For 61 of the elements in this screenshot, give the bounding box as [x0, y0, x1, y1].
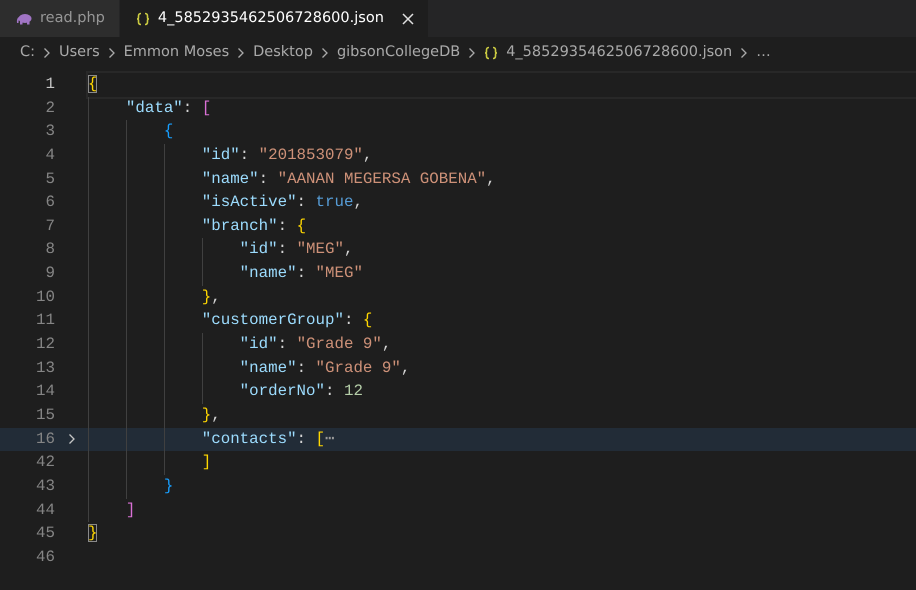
- braces-icon: [136, 12, 150, 26]
- code-line: "name": "AANAN MEGERSA GOBENA",: [202, 170, 496, 188]
- line-number: 13: [35, 358, 55, 379]
- line-number: 11: [35, 310, 55, 332]
- close-icon[interactable]: [402, 12, 414, 24]
- code-line: "id": "Grade 9",: [240, 335, 392, 354]
- code-line: "customerGroup": {: [202, 311, 372, 330]
- line-number: 14: [35, 381, 55, 402]
- chevron-right-icon: [740, 47, 748, 59]
- code-line: }: [164, 476, 174, 495]
- line-number: 3: [44, 121, 55, 142]
- braces-icon: [484, 46, 498, 60]
- line-number: 10: [35, 286, 55, 308]
- code-line: "data": [: [126, 98, 212, 117]
- breadcrumb-item[interactable]: C:: [20, 42, 36, 64]
- code-line: "branch": {: [202, 216, 306, 235]
- line-number: 44: [35, 500, 55, 521]
- line-number: 1: [44, 74, 55, 95]
- code-line: "contacts": [⋯: [202, 430, 335, 448]
- code-line: },: [202, 288, 221, 306]
- code-line: }: [88, 524, 98, 542]
- code-line: "orderNo": 12: [240, 382, 363, 400]
- line-number: 45: [35, 523, 55, 544]
- line-number: 5: [44, 168, 55, 190]
- code-line: "id": "201853079",: [202, 146, 372, 164]
- code-line: "isActive": true,: [202, 193, 363, 212]
- code-line: },: [202, 406, 221, 424]
- chevron-right-icon: [468, 47, 476, 59]
- line-number: 7: [44, 216, 55, 237]
- breadcrumb-item[interactable]: Emmon Moses: [124, 42, 230, 64]
- code-line: {: [164, 122, 174, 140]
- code-line: {: [88, 75, 98, 93]
- breadcrumb-item[interactable]: gibsonCollegeDB: [336, 42, 460, 64]
- chevron-right-icon: [320, 47, 329, 59]
- line-number: 2: [44, 98, 55, 119]
- code-line: ]: [126, 500, 136, 519]
- line-number: 42: [35, 452, 55, 474]
- chevron-right-icon: [237, 47, 246, 59]
- line-number: 43: [35, 476, 55, 497]
- code-line: "id": "MEG",: [240, 240, 354, 258]
- elephant-icon: [16, 12, 32, 24]
- code-line: ]: [202, 453, 212, 472]
- chevron-right-icon: [43, 47, 52, 59]
- chevron-right-icon[interactable]: [68, 433, 76, 446]
- line-number: 15: [35, 404, 55, 426]
- chevron-right-icon: [108, 47, 116, 59]
- line-number: 12: [35, 334, 55, 356]
- code-line: "name": "MEG": [240, 264, 363, 282]
- editor-tab[interactable]: 4_5852935462506728600.json: [120, 0, 429, 37]
- line-number: 6: [44, 192, 55, 214]
- line-number: 8: [44, 239, 55, 260]
- code-line: "name": "Grade 9",: [240, 358, 410, 377]
- line-number: 46: [35, 546, 55, 568]
- line-number: 9: [44, 263, 55, 284]
- breadcrumb-item[interactable]: Users: [59, 42, 100, 64]
- line-number: 4: [44, 144, 55, 166]
- line-number: 16: [35, 428, 55, 450]
- breadcrumb-item[interactable]: …: [756, 42, 771, 64]
- editor-tab[interactable]: read.php: [0, 0, 120, 37]
- breadcrumb-item[interactable]: 4_5852935462506728600.json: [506, 42, 732, 64]
- breadcrumb-item[interactable]: Desktop: [253, 42, 313, 64]
